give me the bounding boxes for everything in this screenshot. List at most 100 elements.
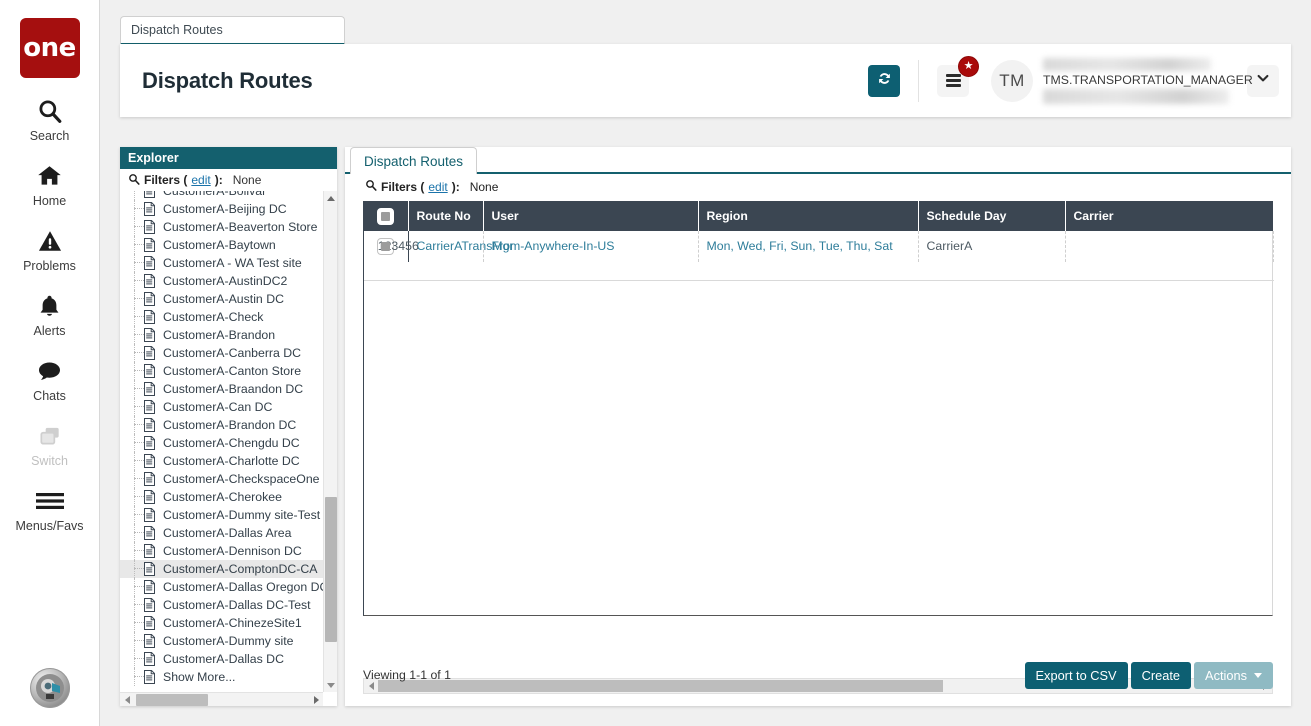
avatar[interactable]: TM [991, 59, 1033, 102]
explorer-tree-item[interactable]: CustomerA-Beaverton Store [120, 218, 323, 236]
explorer-tree-item[interactable]: Show More... [120, 668, 323, 686]
create-label: Create [1141, 667, 1181, 683]
create-button[interactable]: Create [1130, 661, 1192, 689]
document-icon [144, 616, 155, 630]
document-icon [144, 670, 155, 684]
tree-vline [134, 254, 135, 272]
app-root: one Search Home Problems Alerts Chats Sw… [0, 0, 1311, 726]
explorer-tree-item[interactable]: CustomerA-Dummy site-Test [120, 506, 323, 524]
tree-vline [134, 542, 135, 560]
column-header-route-no[interactable]: Route No [408, 201, 484, 231]
explorer-tree-item-label: CustomerA-Cherokee [163, 490, 282, 504]
tree-connector [134, 370, 144, 371]
explorer-tree-item[interactable]: CustomerA-Chengdu DC [120, 434, 323, 452]
tree-connector [134, 442, 144, 443]
avatar-initials: TM [999, 70, 1025, 90]
home-icon [36, 161, 63, 191]
actions-label: Actions [1205, 667, 1247, 683]
scroll-down-arrow-icon[interactable] [324, 678, 337, 692]
rail-item-alerts[interactable]: Alerts [0, 291, 100, 338]
tree-vline [134, 470, 135, 488]
document-icon [144, 472, 155, 486]
explorer-tree-item[interactable]: CustomerA-Baytown [120, 236, 323, 254]
explorer-tree-item[interactable]: CustomerA-Dallas Area [120, 524, 323, 542]
redacted-role-line [1043, 88, 1229, 104]
document-icon [144, 238, 155, 252]
explorer-vscroll-thumb[interactable] [325, 497, 337, 642]
tree-connector [134, 550, 144, 551]
tab-dispatch-routes[interactable]: Dispatch Routes [350, 147, 478, 174]
column-header-region[interactable]: Region [698, 201, 919, 231]
explorer-vertical-scrollbar[interactable] [323, 191, 337, 692]
scroll-right-arrow-icon[interactable] [309, 693, 323, 706]
export-to-csv-button[interactable]: Export to CSV [1024, 661, 1128, 689]
explorer-tree-item[interactable]: CustomerA-Cherokee [120, 488, 323, 506]
cell-region[interactable]: Mon, Wed, Fri, Sun, Tue, Thu, Sat [698, 231, 919, 262]
explorer-tree-item[interactable]: CustomerA-Dallas DC-Test [120, 596, 323, 614]
explorer-filters-suffix: ): [214, 173, 223, 187]
column-header-carrier[interactable]: Carrier [1065, 201, 1274, 231]
select-all-header[interactable] [363, 201, 409, 231]
explorer-tree-item-label: CustomerA-Check [163, 310, 264, 324]
tree-vline [134, 614, 135, 632]
explorer-hscroll-thumb[interactable] [136, 694, 208, 706]
explorer-tree-item[interactable]: CustomerA-ChinezeSite1 [120, 614, 323, 632]
explorer-tree-item[interactable]: CustomerA-CheckspaceOne [120, 470, 323, 488]
explorer-tree-item[interactable]: CustomerA-Austin DC [120, 290, 323, 308]
rail-item-switch[interactable]: Switch [0, 421, 100, 468]
rail-item-chats[interactable]: Chats [0, 356, 100, 403]
tree-vline [134, 452, 135, 470]
explorer-horizontal-scrollbar[interactable] [120, 692, 323, 706]
column-header-schedule-day[interactable]: Schedule Day [918, 201, 1066, 231]
table-row[interactable]: 123456 CarrierATransMgr From-Anywhere-In-U… [363, 231, 1274, 262]
select-all-checkbox[interactable] [376, 207, 394, 225]
explorer-tree-item-label: CustomerA-ComptonDC-CA [163, 562, 318, 576]
rail-label-chats: Chats [33, 389, 66, 403]
explorer-tree-item[interactable]: CustomerA-Check [120, 308, 323, 326]
list-menu-button[interactable]: ★ [937, 55, 979, 97]
explorer-tree-item[interactable]: CustomerA-Canberra DC [120, 344, 323, 362]
explorer-tree-item[interactable]: CustomerA-Beijing DC [120, 200, 323, 218]
tree-vline [134, 596, 135, 614]
explorer-tree-item[interactable]: CustomerA-Brandon DC [120, 416, 323, 434]
row-select-cell[interactable]: 123456 [363, 231, 419, 262]
explorer-filters-edit-link[interactable]: edit [191, 173, 210, 187]
row-checkbox[interactable]: 123456 [376, 238, 419, 255]
cell-route-no[interactable]: CarrierATransMgr [408, 231, 514, 262]
explorer-tree-item[interactable]: CustomerA-AustinDC2 [120, 272, 323, 290]
brand-logo[interactable]: one [19, 18, 80, 78]
tree-vline [134, 434, 135, 452]
rail-item-menus-favs[interactable]: Menus/Favs [0, 486, 100, 533]
explorer-tree-item[interactable]: CustomerA-Charlotte DC [120, 452, 323, 470]
refresh-button[interactable] [868, 64, 900, 97]
scroll-left-arrow-icon[interactable] [120, 693, 134, 706]
rail-item-problems[interactable]: Problems [0, 226, 100, 273]
explorer-tree-item[interactable]: CustomerA-Bolivar [120, 191, 323, 200]
cell-user[interactable]: From-Anywhere-In-US [483, 231, 699, 262]
explorer-tree-item[interactable]: CustomerA-Brandon [120, 326, 323, 344]
main-filters-edit-link[interactable]: edit [428, 180, 447, 194]
cell-carrier[interactable] [1065, 231, 1274, 262]
rail-item-home[interactable]: Home [0, 161, 100, 208]
column-header-user[interactable]: User [483, 201, 699, 231]
explorer-tree-wrap: CustomerA-Bolivar CustomerA-Beijing DC Cus… [120, 191, 337, 706]
explorer-filters-label: Filters ( [144, 173, 188, 187]
explorer-tree-item[interactable]: CustomerA-Dallas Oregon DC [120, 578, 323, 596]
user-photo-icon[interactable] [29, 668, 70, 708]
scroll-up-arrow-icon[interactable] [324, 191, 337, 205]
explorer-tree-item[interactable]: CustomerA - WA Test site [120, 254, 323, 272]
explorer-tree-item[interactable]: CustomerA-Dallas DC [120, 650, 323, 668]
explorer-tree-item-label: Show More... [163, 670, 236, 684]
explorer-tree-item[interactable]: CustomerA-Canton Store [120, 362, 323, 380]
main-content-card: Dispatch Routes Filters ( edit ): None R… [345, 147, 1291, 706]
page-tab-dispatch-routes[interactable]: Dispatch Routes [120, 16, 345, 45]
explorer-tree-item[interactable]: CustomerA-Dummy site [120, 632, 323, 650]
explorer-tree-item-selected[interactable]: CustomerA-ComptonDC-CA [120, 560, 323, 578]
document-icon [144, 220, 155, 234]
document-icon [144, 328, 155, 342]
rail-item-search[interactable]: Search [0, 96, 100, 143]
actions-button[interactable]: Actions [1194, 661, 1273, 689]
explorer-tree-item[interactable]: CustomerA-Dennison DC [120, 542, 323, 560]
explorer-tree-item[interactable]: CustomerA-Braandon DC [120, 380, 323, 398]
explorer-tree-item[interactable]: CustomerA-Can DC [120, 398, 323, 416]
